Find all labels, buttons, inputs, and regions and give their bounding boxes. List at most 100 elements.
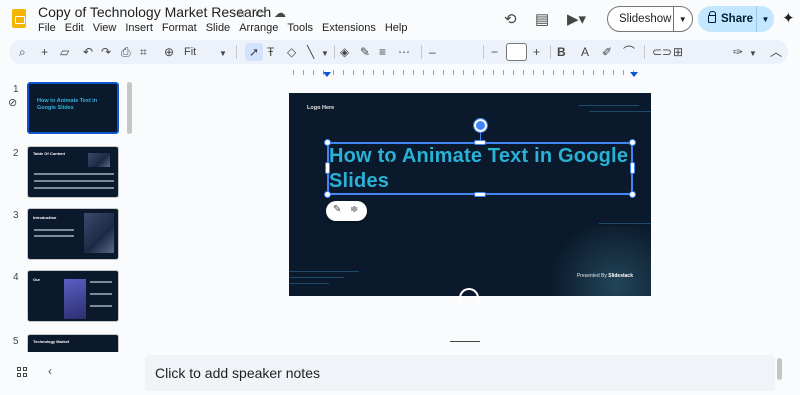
border-dash-icon[interactable]: ⋯	[398, 44, 410, 60]
slide-number: 2	[13, 148, 19, 159]
undo-icon[interactable]: ↶	[83, 44, 93, 60]
slide-thumbnail-5[interactable]: Technology Market	[27, 334, 119, 352]
fill-icon[interactable]: ⌒	[623, 44, 635, 60]
notes-resize-handle[interactable]	[450, 341, 480, 342]
zoom-icon[interactable]: ⊕	[164, 44, 174, 60]
share-button[interactable]: Share ▼	[698, 6, 774, 32]
thumb-line	[34, 235, 74, 237]
presented-by: Presented By Slidestack	[577, 273, 633, 279]
slideshow-button[interactable]: Slideshow ▼	[607, 6, 693, 32]
resize-handle[interactable]	[474, 140, 486, 145]
pen-icon[interactable]: ✑	[733, 44, 743, 60]
menu-format[interactable]: Format	[162, 22, 197, 34]
resize-handle[interactable]	[629, 139, 636, 146]
slide-thumbnail-2[interactable]: Table Of Content	[27, 146, 119, 198]
bold-icon[interactable]: B	[557, 44, 566, 60]
slide-thumbnail-4[interactable]: Our	[27, 270, 119, 322]
toolbar: ⌕ + ▱ ↶ ↷ ⎙ ⌗ ⊕ Fit ▼ ➚ Ŧ ◇ ╲ ▼ ◈ ✎ ≡ ⋯ …	[9, 40, 788, 64]
menu-slide[interactable]: Slide	[206, 22, 230, 34]
menu-file[interactable]: File	[38, 22, 56, 34]
speaker-notes-placeholder[interactable]: Click to add speaker notes	[155, 365, 320, 381]
menu-arrange[interactable]: Arrange	[239, 22, 278, 34]
chevron-down-icon[interactable]: ▼	[749, 46, 757, 62]
resize-handle[interactable]	[324, 139, 331, 146]
add-icon[interactable]: +	[41, 44, 48, 60]
select-icon[interactable]: ➚	[249, 44, 259, 60]
insert-comment-icon[interactable]: ⊞	[673, 44, 683, 60]
chevron-down-icon[interactable]: ▼	[756, 6, 774, 32]
shape-icon[interactable]: ◇	[287, 44, 296, 60]
filmstrip-scrollbar[interactable]	[127, 82, 132, 134]
presenter-name: Slidestack	[608, 273, 633, 279]
circuit-line	[289, 271, 359, 272]
slides-logo-icon[interactable]	[12, 9, 26, 28]
star-icon[interactable]: ☆	[236, 6, 247, 20]
chevron-down-icon[interactable]: ▼	[672, 7, 692, 31]
title-bar: Copy of Technology Market Research ☆ ▭ ☁…	[0, 0, 800, 38]
zoom-select[interactable]: Fit	[184, 44, 196, 60]
notes-scrollbar[interactable]	[777, 358, 782, 380]
fill-color-icon[interactable]: ◈	[340, 44, 349, 60]
thumb-line	[90, 305, 112, 307]
resize-handle[interactable]	[629, 191, 636, 198]
slide-number: 4	[13, 272, 19, 283]
border-weight-icon[interactable]: ≡	[379, 44, 386, 60]
slide-thumbnail-3[interactable]: Introduction	[27, 208, 119, 260]
align-icon[interactable]: ≑	[350, 204, 358, 215]
circuit-line	[599, 223, 651, 224]
collapse-toolbar-icon[interactable]: ︿	[770, 44, 782, 60]
font-size-input[interactable]	[506, 43, 527, 61]
gemini-icon[interactable]: ✦	[782, 9, 795, 27]
resize-handle[interactable]	[630, 162, 635, 174]
thumb-line	[34, 187, 114, 189]
redo-icon[interactable]: ↷	[101, 44, 111, 60]
resize-handle[interactable]	[324, 191, 331, 198]
menu-insert[interactable]: Insert	[125, 22, 153, 34]
menu-view[interactable]: View	[93, 22, 117, 34]
cloud-icon[interactable]: ☁	[274, 6, 286, 20]
menu-tools[interactable]: Tools	[287, 22, 313, 34]
collapse-panel-icon[interactable]: ‹	[48, 364, 52, 378]
speaker-notes[interactable]: Click to add speaker notes	[145, 355, 775, 391]
rotate-handle[interactable]	[473, 118, 488, 133]
comment-icon[interactable]: ▤	[535, 10, 549, 28]
slide-number: 1	[13, 84, 19, 95]
text-color-icon[interactable]: A	[581, 44, 589, 60]
divider	[483, 45, 484, 59]
presented-by-label: Presented By	[576, 273, 607, 279]
history-icon[interactable]: ⟲	[504, 10, 517, 28]
grid-view-icon[interactable]	[17, 367, 27, 377]
paint-format-icon[interactable]: ⌗	[140, 44, 147, 60]
decrease-font-icon[interactable]: −	[491, 44, 498, 60]
line-icon[interactable]: ╲	[307, 44, 314, 60]
highlight-icon[interactable]: ✐	[602, 44, 612, 60]
resize-handle[interactable]	[474, 192, 486, 197]
share-label: Share	[721, 13, 753, 25]
circuit-line	[579, 105, 639, 106]
thumb-title: Our	[33, 277, 41, 282]
increase-font-icon[interactable]: +	[533, 44, 540, 60]
thumb-image	[64, 279, 86, 319]
print-icon[interactable]: ⎙	[121, 44, 131, 60]
menu-help[interactable]: Help	[385, 22, 408, 34]
slide-loader-icon	[459, 288, 479, 308]
border-color-icon[interactable]: ✎	[360, 44, 370, 60]
meet-icon[interactable]: ▶▾	[567, 10, 586, 28]
magic-wand-icon[interactable]: ✎	[333, 204, 341, 215]
font-placeholder[interactable]: –	[429, 44, 436, 60]
menu-edit[interactable]: Edit	[65, 22, 84, 34]
search-icon[interactable]: ⌕	[19, 44, 26, 60]
link-icon[interactable]: ⊂⊃	[652, 44, 672, 60]
resize-handle[interactable]	[325, 162, 330, 174]
textbox-icon[interactable]: Ŧ	[267, 44, 274, 60]
circuit-line	[289, 277, 344, 278]
new-slide-dropdown-icon[interactable]: ▱	[60, 44, 69, 60]
chevron-down-icon[interactable]: ▼	[219, 46, 227, 62]
slide-thumbnail-1[interactable]: How to Animate Text in Google Slides	[26, 81, 120, 135]
menu-extensions[interactable]: Extensions	[322, 22, 376, 34]
link-icon[interactable]: ⊘	[8, 96, 17, 109]
slide-title[interactable]: How to Animate Text in Google Slides	[329, 144, 629, 194]
menu-bar: File Edit View Insert Format Slide Arran…	[38, 22, 407, 34]
chevron-down-icon[interactable]: ▼	[321, 46, 329, 62]
move-folder-icon[interactable]: ▭	[255, 6, 266, 20]
